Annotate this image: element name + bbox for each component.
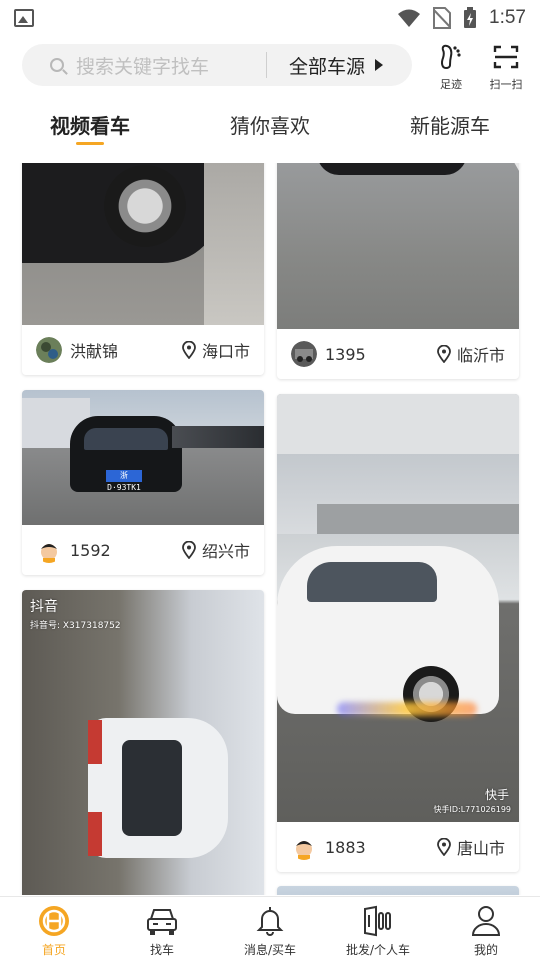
search-divider: [266, 52, 267, 78]
location-pin-icon: [182, 541, 196, 559]
avatar: [291, 834, 317, 860]
car-icon: [147, 909, 177, 935]
video-thumbnail[interactable]: [277, 163, 519, 329]
nav-messages[interactable]: 消息/买车: [216, 905, 324, 958]
city-label: 海口市: [201, 342, 250, 361]
location-pin-icon: [437, 838, 451, 856]
source-filter-dropdown[interactable]: 全部车源: [289, 52, 365, 79]
video-card[interactable]: 抖音 抖音号: X317318752: [22, 590, 264, 895]
kuaishou-logo: 快手: [484, 788, 509, 802]
city-label: 临沂市: [456, 346, 505, 365]
status-bar: 1:57: [0, 0, 540, 36]
city-label: 唐山市: [456, 839, 505, 858]
tab-recommend-label: 猜你喜欢: [230, 114, 310, 138]
wholesale-icon: [364, 905, 391, 937]
nav-find-car[interactable]: 找车: [108, 905, 216, 958]
video-card[interactable]: 浙D·93TK1 1592 绍兴市: [22, 390, 264, 575]
nav-home-label: 首页: [41, 943, 66, 957]
windshield: [84, 428, 168, 450]
gallery-notification-icon: [14, 9, 34, 27]
nav-wholesale[interactable]: 批发/个人车: [324, 905, 432, 958]
scan-label: 扫一扫: [489, 78, 523, 91]
video-thumbnail[interactable]: [22, 163, 264, 325]
video-card[interactable]: [277, 886, 519, 895]
avatar: [291, 341, 317, 367]
city-label: 绍兴市: [201, 542, 250, 561]
douyin-id: 抖音号: X317318752: [30, 621, 121, 631]
uploader-name: 1883: [325, 837, 366, 857]
uploader-name: 洪献锦: [70, 342, 119, 361]
tab-new-energy-label: 新能源车: [410, 114, 490, 138]
scan-button[interactable]: 扫一扫: [484, 44, 528, 92]
avatar: [36, 537, 62, 563]
nav-find-car-label: 找车: [149, 943, 174, 957]
buildings: [317, 504, 519, 534]
search-icon: [50, 58, 64, 72]
tail-light: [88, 812, 102, 856]
no-sim-icon: [433, 7, 452, 29]
home-logo-icon: [39, 906, 69, 936]
car-rear-window: [122, 740, 182, 836]
nav-home[interactable]: 首页: [0, 905, 108, 958]
scan-icon: [493, 45, 519, 69]
tab-video[interactable]: 视频看车: [50, 110, 130, 145]
kuaishou-id: 快手ID:L771026199: [433, 805, 511, 814]
car-wheel: [104, 165, 186, 247]
uploader-name: 1395: [325, 344, 366, 364]
user-icon: [471, 906, 501, 936]
lens-flare: [337, 702, 477, 716]
uploader-name: 1592: [70, 540, 111, 560]
video-thumbnail[interactable]: 抖音 抖音号: X317318752: [22, 590, 264, 895]
video-thumbnail[interactable]: [277, 886, 519, 895]
video-feed[interactable]: 洪献锦 海口市 1395 临沂市 浙D·93TK1 1592 绍兴市 快手 快手…: [0, 163, 540, 895]
douyin-logo: 抖音: [30, 599, 58, 615]
wifi-icon: [398, 9, 421, 27]
tab-video-label: 视频看车: [50, 114, 130, 138]
video-card[interactable]: 洪献锦 海口市: [22, 163, 264, 375]
lane-line: [509, 163, 519, 206]
card-meta: 1395 临沂市: [277, 329, 519, 379]
sidewalk-tiles: [204, 163, 264, 325]
category-tabs: 视频看车 猜你喜欢 新能源车: [0, 110, 540, 154]
bell-icon: [256, 907, 284, 936]
header: 搜索关键字找车 全部车源 足迹 扫一扫: [0, 44, 540, 100]
footprint-button[interactable]: 足迹: [429, 44, 473, 92]
license-plate: 浙D·93TK1: [106, 470, 142, 492]
location-pin-icon: [182, 341, 196, 359]
nav-profile-label: 我的: [473, 943, 498, 957]
tab-recommend[interactable]: 猜你喜欢: [230, 110, 310, 139]
card-meta: 1592 绍兴市: [22, 525, 264, 575]
parked-cars: [172, 426, 264, 448]
video-letterbox: [277, 394, 519, 454]
tab-new-energy[interactable]: 新能源车: [410, 110, 490, 139]
caret-right-icon: [375, 59, 384, 71]
video-card[interactable]: 快手 快手ID:L771026199 1883 唐山市: [277, 394, 519, 872]
battery-charging-icon: [464, 7, 477, 28]
clock: 1:57: [489, 7, 526, 28]
footprint-label: 足迹: [440, 78, 462, 91]
tail-light: [88, 720, 102, 764]
video-card[interactable]: 1395 临沂市: [277, 163, 519, 379]
avatar: [36, 337, 62, 363]
car-window: [307, 562, 437, 602]
card-meta: 洪献锦 海口市: [22, 325, 264, 375]
car-image: [317, 163, 467, 175]
active-tab-indicator: [76, 142, 104, 145]
search-bar[interactable]: 搜索关键字找车 全部车源: [22, 44, 412, 86]
card-meta: 1883 唐山市: [277, 822, 519, 872]
video-thumbnail[interactable]: 快手 快手ID:L771026199: [277, 394, 519, 822]
footprint-icon: [441, 44, 461, 70]
nav-wholesale-label: 批发/个人车: [345, 943, 411, 957]
search-input[interactable]: 搜索关键字找车: [76, 52, 254, 79]
video-thumbnail[interactable]: 浙D·93TK1: [22, 390, 264, 525]
status-icons: 1:57: [397, 7, 526, 29]
bottom-navigation: 首页 找车 消息/买车 批发/个人车 我的: [0, 896, 540, 960]
nav-profile[interactable]: 我的: [432, 905, 540, 958]
location-pin-icon: [437, 345, 451, 363]
nav-messages-label: 消息/买车: [243, 943, 297, 957]
